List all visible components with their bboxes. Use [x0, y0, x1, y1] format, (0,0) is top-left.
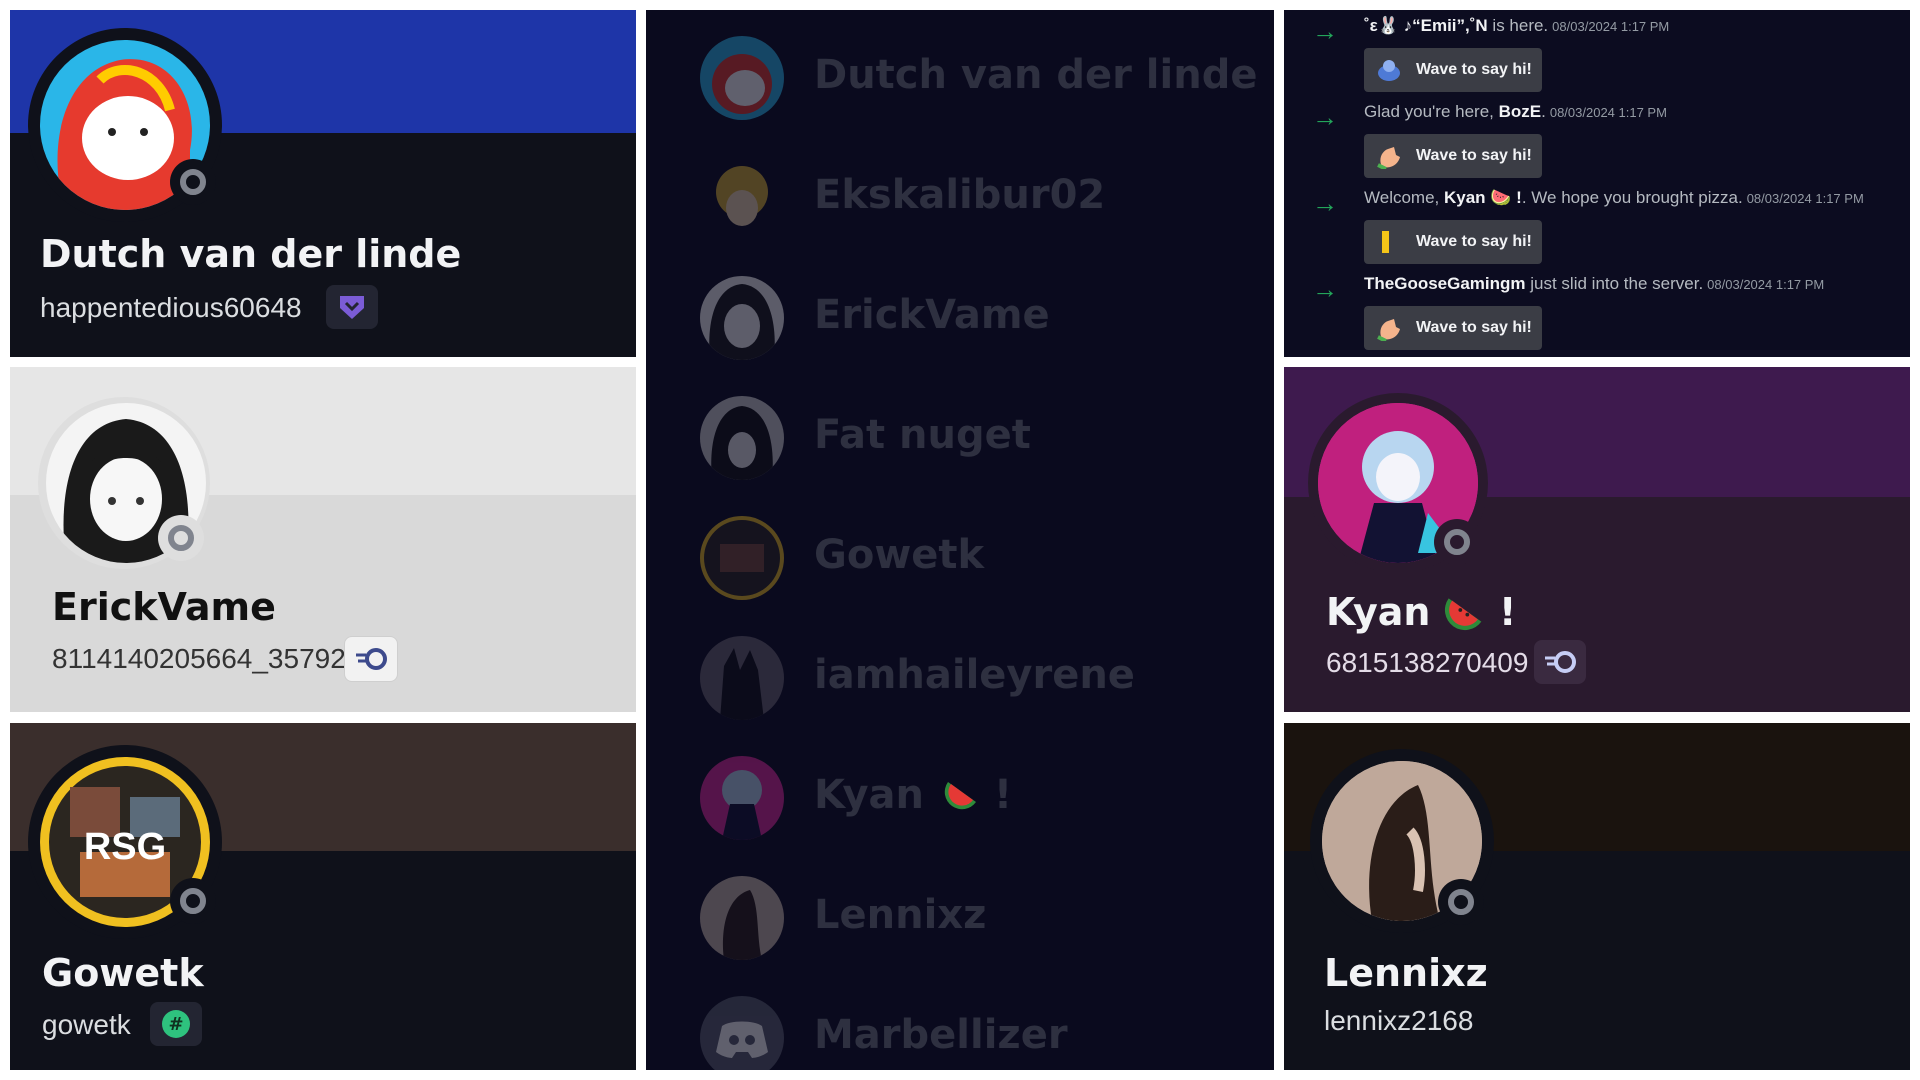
join-message-feed: → ˚ε🐰 ♪“Emii”,˚N is here. 08/03/2024 1:17… — [1284, 10, 1910, 357]
svg-text:RSG: RSG — [84, 826, 166, 868]
timestamp: 08/03/2024 1:17 PM — [1549, 105, 1667, 120]
avatar — [700, 36, 784, 120]
timestamp: 08/03/2024 1:17 PM — [1707, 277, 1825, 292]
display-name-suffix: ! — [1498, 590, 1517, 634]
status-indicator — [170, 159, 216, 205]
member-name: Kyan ! — [814, 772, 1012, 820]
join-arrow-icon: → — [1312, 188, 1338, 218]
username: 8114140205664_35792 — [52, 643, 346, 674]
member-name: Dutch van der linde — [814, 52, 1258, 98]
member-name: Gowetk — [814, 532, 985, 578]
join-arrow-icon: → — [1312, 274, 1338, 304]
join-username[interactable]: Kyan 🍉 ! — [1444, 188, 1522, 207]
username: happentedious60648 — [40, 292, 302, 323]
wave-button[interactable]: Wave to say hi! — [1364, 306, 1542, 350]
wave-button[interactable]: Wave to say hi! — [1364, 134, 1542, 178]
display-name: ErickVame — [52, 585, 276, 629]
watermelon-icon — [1444, 589, 1486, 640]
avatar — [700, 876, 784, 960]
status-indicator — [158, 515, 204, 561]
display-name: Lennixz — [1324, 951, 1488, 995]
avatar — [700, 276, 784, 360]
member-name: iamhaileyrene — [814, 652, 1135, 698]
member-row[interactable]: Lennixz — [646, 868, 1274, 968]
avatar — [700, 156, 784, 240]
wave-button[interactable]: Wave to say hi! — [1364, 220, 1542, 264]
join-username[interactable]: TheGooseGamingm — [1364, 274, 1526, 293]
profile-card-dutch: Dutch van der linde happentedious60648 — [10, 10, 636, 357]
member-name: Marbellizer — [814, 1012, 1068, 1058]
status-indicator — [1434, 519, 1480, 565]
watermelon-icon — [944, 774, 980, 820]
join-message-text: TheGooseGamingm just slid into the serve… — [1364, 274, 1825, 293]
display-name: Gowetk — [42, 951, 204, 995]
timestamp: 08/03/2024 1:17 PM — [1552, 19, 1670, 34]
member-row[interactable]: Kyan ! — [646, 748, 1274, 848]
join-message-text: Welcome, Kyan 🍉 !. We hope you brought p… — [1364, 188, 1864, 207]
username: lennixz2168 — [1324, 1005, 1474, 1036]
join-username[interactable]: ˚ε🐰 ♪“Emii”,˚N — [1364, 16, 1488, 35]
hashtag-badge-icon[interactable]: # — [150, 1002, 202, 1046]
wave-hand-sticker-icon — [1376, 143, 1402, 171]
profile-card-lennixz: Lennixz lennixz2168 — [1284, 723, 1910, 1070]
join-arrow-icon: → — [1312, 102, 1338, 132]
avatar — [700, 756, 784, 840]
member-name-text: Kyan — [814, 772, 924, 818]
member-name: Lennixz — [814, 892, 987, 938]
discord-default-avatar-icon — [700, 996, 784, 1070]
member-list: Dutch van der linde Ekskalibur02 ErickVa… — [646, 10, 1274, 1070]
member-row[interactable]: iamhaileyrene — [646, 628, 1274, 728]
status-indicator — [1438, 879, 1484, 925]
loading-sticker-icon — [1376, 229, 1402, 255]
timestamp: 08/03/2024 1:17 PM — [1746, 191, 1864, 206]
display-name-text: Kyan — [1326, 590, 1431, 634]
join-username[interactable]: BozE — [1499, 102, 1542, 121]
profile-card-kyan: Kyan ! 6815138270409 — [1284, 367, 1910, 712]
member-row[interactable]: ErickVame — [646, 268, 1274, 368]
member-name-suffix: ! — [993, 772, 1013, 818]
member-row[interactable]: Marbellizer — [646, 988, 1274, 1070]
username: gowetk — [42, 1009, 131, 1040]
join-message-text: Glad you're here, BozE. 08/03/2024 1:17 P… — [1364, 102, 1667, 121]
status-indicator — [170, 878, 216, 924]
hypesquad-balance-icon[interactable] — [326, 285, 378, 329]
member-row[interactable]: Gowetk — [646, 508, 1274, 608]
username: 6815138270409 — [1326, 647, 1529, 678]
display-name: Dutch van der linde — [40, 232, 462, 276]
member-name: ErickVame — [814, 292, 1050, 338]
quest-badge-icon[interactable] — [1534, 640, 1586, 684]
join-arrow-icon: → — [1312, 16, 1338, 46]
profile-card-erickvame: ErickVame 8114140205664_35792 — [10, 367, 636, 712]
join-message-text: ˚ε🐰 ♪“Emii”,˚N is here. 08/03/2024 1:17 P… — [1364, 16, 1670, 35]
member-row[interactable]: Ekskalibur02 — [646, 148, 1274, 248]
quest-badge-icon[interactable] — [344, 636, 398, 682]
avatar — [700, 636, 784, 720]
member-name: Fat nuget — [814, 412, 1031, 458]
avatar — [700, 396, 784, 480]
profile-card-gowetk: RSG Gowetk gowetk # — [10, 723, 636, 1070]
member-name: Ekskalibur02 — [814, 172, 1106, 218]
wumpus-sticker-icon — [1376, 57, 1402, 83]
avatar — [700, 516, 784, 600]
member-row[interactable]: Fat nuget — [646, 388, 1274, 488]
member-row[interactable]: Dutch van der linde — [646, 28, 1274, 128]
svg-text:#: # — [168, 1014, 183, 1035]
wave-button[interactable]: Wave to say hi! — [1364, 48, 1542, 92]
display-name: Kyan ! — [1326, 589, 1516, 640]
wave-hand-sticker-icon — [1376, 315, 1402, 343]
